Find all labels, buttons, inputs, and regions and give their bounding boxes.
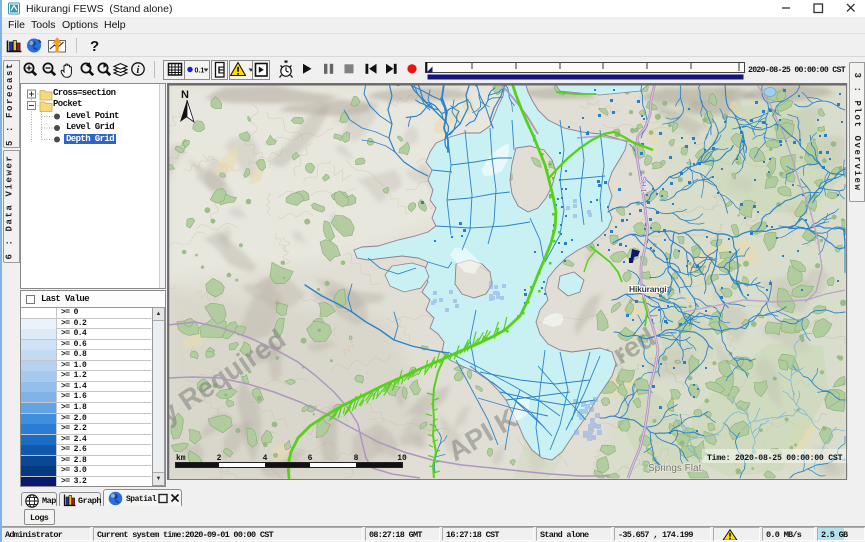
svg-text:SH 1: SH 1 (639, 176, 648, 193)
svg-text:Hikurangi: Hikurangi (629, 284, 666, 294)
svg-text:0.1: 0.1 (195, 68, 205, 75)
svg-text:km: km (176, 454, 186, 463)
svg-text:?: ? (90, 38, 99, 55)
svg-text:4: 4 (263, 454, 268, 463)
svg-text:Time: 2020-08-25 00:00:00 CST: Time: 2020-08-25 00:00:00 CST (707, 453, 843, 463)
svg-text:i: i (137, 65, 140, 76)
svg-text:6: 6 (308, 454, 313, 463)
svg-text:Springs Flat: Springs Flat (648, 463, 702, 474)
svg-text:2: 2 (217, 454, 222, 463)
svg-text:E: E (218, 66, 225, 77)
svg-text:2020-08-25 00:00:00 CST: 2020-08-25 00:00:00 CST (748, 66, 846, 75)
svg-text:8: 8 (354, 454, 359, 463)
svg-text:N: N (181, 89, 189, 101)
svg-text:10: 10 (397, 454, 407, 463)
